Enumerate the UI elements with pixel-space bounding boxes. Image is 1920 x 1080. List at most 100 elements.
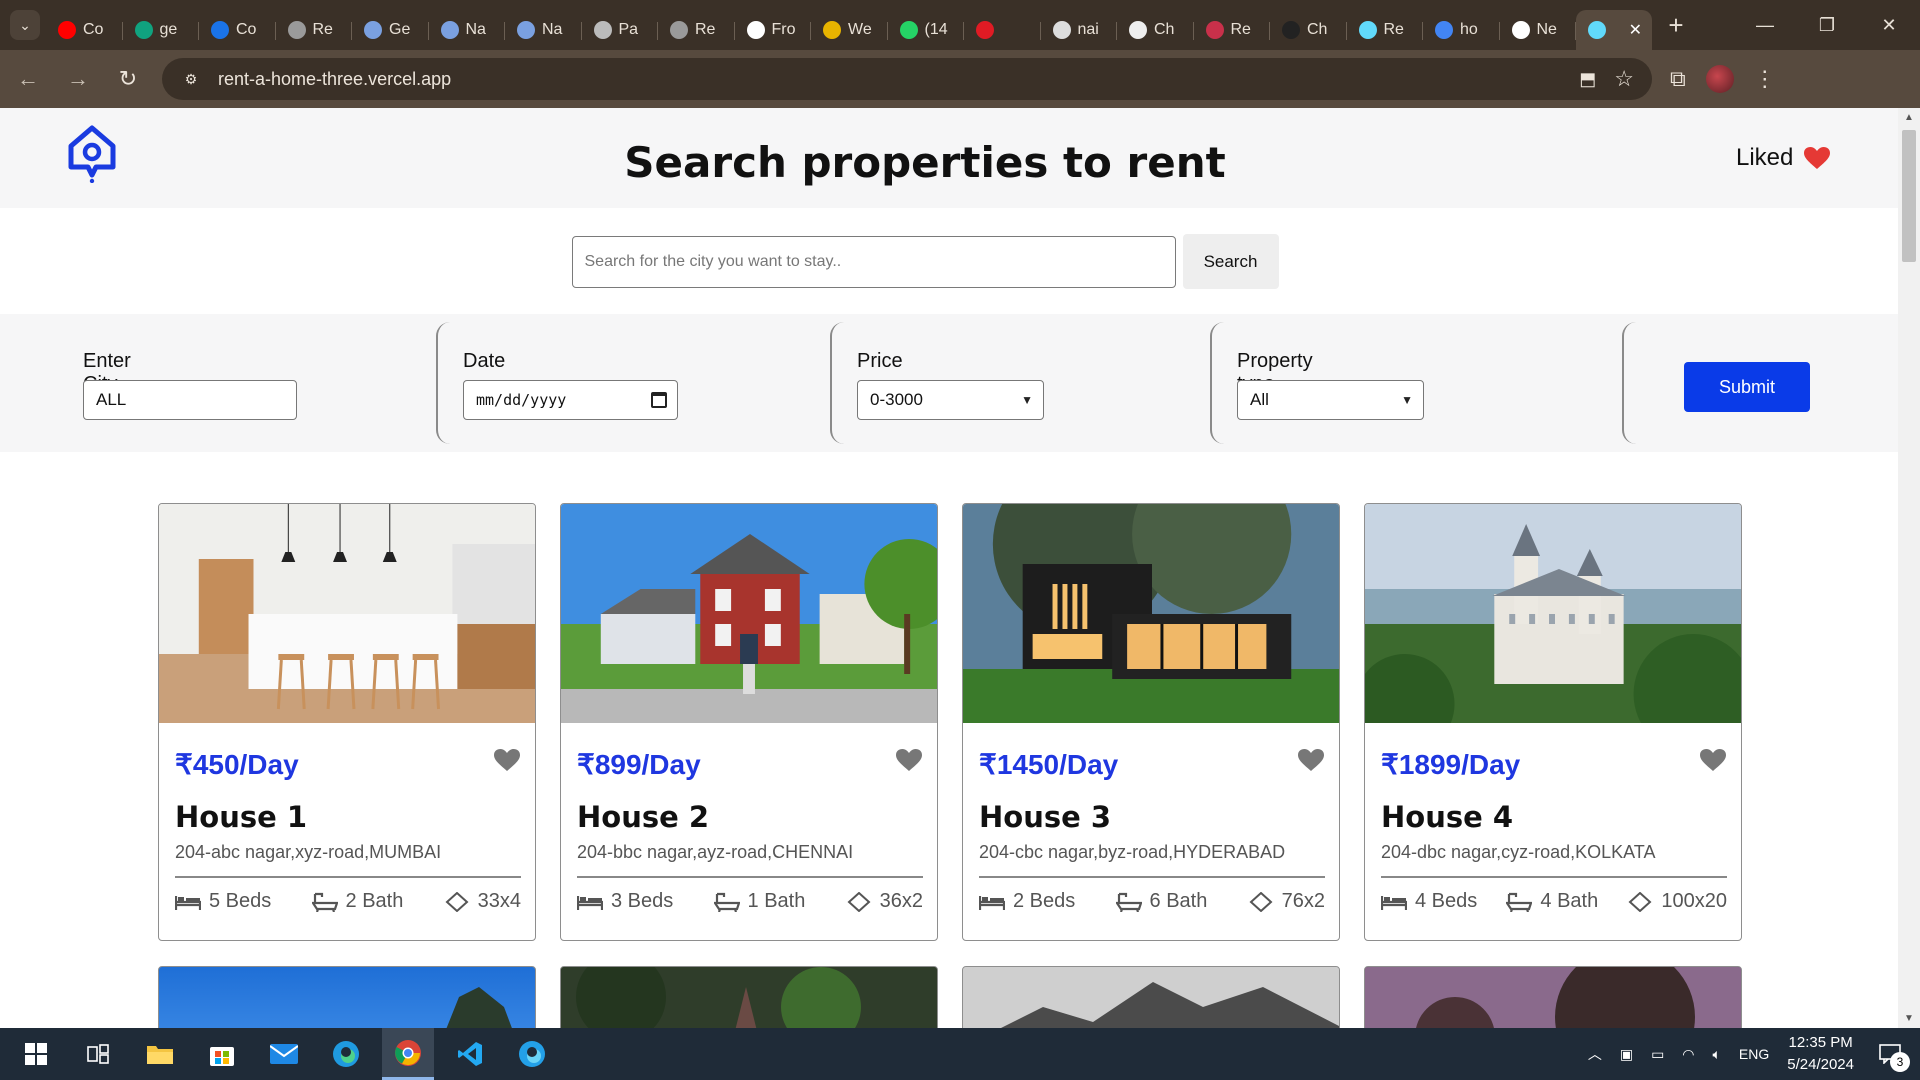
date-field[interactable]: mm/dd/yyyy: [463, 380, 678, 420]
property-card[interactable]: ₹1899/Day House 4 204-dbc nagar,cyz-road,K…: [1364, 503, 1742, 941]
chevron-down-icon[interactable]: ▼: [1021, 393, 1033, 407]
date-field-value[interactable]: mm/dd/yyyy: [476, 391, 566, 409]
page-scrollbar[interactable]: ▲ ▼: [1898, 108, 1920, 1028]
edge-dev-icon[interactable]: [506, 1028, 558, 1080]
property-photo[interactable]: [963, 504, 1339, 723]
property-name[interactable]: House 2: [577, 800, 709, 834]
chrome-icon[interactable]: [382, 1028, 434, 1080]
clock-time[interactable]: 12:35 PM: [1787, 1032, 1854, 1054]
browser-tab[interactable]: ho: [1423, 10, 1500, 50]
volume-icon[interactable]: 🔈︎: [1713, 1046, 1721, 1063]
battery-icon[interactable]: ▭: [1651, 1046, 1664, 1063]
property-card-partial[interactable]: [560, 966, 938, 1028]
browser-tab[interactable]: Ge: [352, 10, 429, 50]
property-card-partial[interactable]: [962, 966, 1340, 1028]
restore-button[interactable]: ❐: [1796, 0, 1858, 50]
browser-tab[interactable]: Co: [199, 10, 276, 50]
browser-tab[interactable]: Re: [1194, 10, 1271, 50]
store-icon[interactable]: [196, 1028, 248, 1080]
bookmark-star-icon[interactable]: ☆: [1614, 66, 1634, 92]
site-info-icon[interactable]: ⚙: [178, 66, 204, 92]
price-select-value[interactable]: 0-3000: [870, 390, 923, 410]
property-card[interactable]: ₹1450/Day House 3 204-cbc nagar,byz-road,H…: [962, 503, 1340, 941]
like-heart-icon[interactable]: [1699, 748, 1727, 772]
browser-tab[interactable]: Ch: [1117, 10, 1194, 50]
search-button[interactable]: Search: [1182, 234, 1279, 289]
property-name[interactable]: House 4: [1381, 800, 1513, 834]
property-photo[interactable]: [159, 504, 535, 723]
beds-info: 4 Beds: [1381, 890, 1477, 913]
like-heart-icon[interactable]: [493, 748, 521, 772]
browser-tab[interactable]: Co: [46, 10, 123, 50]
reload-button[interactable]: ↻: [106, 57, 150, 101]
chevron-down-icon[interactable]: ▼: [1401, 393, 1413, 407]
address-bar[interactable]: ⚙ rent-a-home-three.vercel.app ⬒ ☆: [162, 58, 1652, 100]
browser-tab[interactable]: Ne: [1500, 10, 1577, 50]
language-indicator[interactable]: ENG: [1739, 1046, 1769, 1062]
browser-tab[interactable]: nai: [1041, 10, 1118, 50]
back-button[interactable]: ←: [6, 57, 50, 101]
minimize-button[interactable]: —: [1734, 0, 1796, 50]
like-heart-icon[interactable]: [895, 748, 923, 772]
property-type-value[interactable]: All: [1250, 390, 1269, 410]
notification-center-icon[interactable]: 3: [1872, 1036, 1910, 1072]
city-search-input[interactable]: [571, 236, 1176, 288]
scroll-down-icon[interactable]: ▼: [1904, 1013, 1914, 1024]
tab-search-button[interactable]: ⌄: [10, 10, 40, 40]
property-card-partial[interactable]: [158, 966, 536, 1028]
edge-icon[interactable]: [320, 1028, 372, 1080]
property-name[interactable]: House 3: [979, 800, 1111, 834]
extensions-icon[interactable]: ⧉: [1670, 66, 1686, 92]
browser-tab[interactable]: ge: [123, 10, 200, 50]
browser-tab[interactable]: Re: [276, 10, 353, 50]
property-photo[interactable]: [1365, 504, 1741, 754]
browser-tab[interactable]: Ch: [1270, 10, 1347, 50]
city-field-value[interactable]: ALL: [96, 390, 126, 410]
property-card-partial[interactable]: [1364, 966, 1742, 1028]
submit-button[interactable]: Submit: [1684, 362, 1810, 412]
close-window-button[interactable]: ✕: [1858, 0, 1920, 50]
install-app-icon[interactable]: ⬒: [1579, 69, 1596, 90]
clock[interactable]: 12:35 PM 5/24/2024: [1787, 1032, 1854, 1076]
chevron-up-icon[interactable]: ︿: [1588, 1044, 1602, 1064]
url-text[interactable]: rent-a-home-three.vercel.app: [218, 69, 451, 90]
security-icon[interactable]: ▣: [1620, 1046, 1633, 1063]
property-photo[interactable]: [561, 504, 937, 723]
like-heart-icon[interactable]: [1297, 748, 1325, 772]
liked-label[interactable]: Liked: [1736, 144, 1793, 172]
task-view-icon[interactable]: [72, 1028, 124, 1080]
wifi-icon[interactable]: ◠: [1682, 1046, 1694, 1063]
vscode-icon[interactable]: [444, 1028, 496, 1080]
calendar-icon[interactable]: [651, 392, 667, 408]
area-icon: [847, 891, 871, 912]
browser-tab[interactable]: (14: [888, 10, 965, 50]
mail-icon[interactable]: [258, 1028, 310, 1080]
forward-button[interactable]: →: [56, 57, 100, 101]
clock-date[interactable]: 5/24/2024: [1787, 1054, 1854, 1076]
property-card[interactable]: ₹899/Day House 2 204-bbc nagar,ayz-road,CH…: [560, 503, 938, 941]
browser-tab[interactable]: [964, 10, 1041, 50]
new-tab-button[interactable]: +: [1656, 5, 1696, 45]
profile-avatar[interactable]: [1705, 65, 1734, 93]
browser-tab[interactable]: Fro: [735, 10, 812, 50]
price-select[interactable]: 0-3000 ▼: [857, 380, 1044, 420]
city-field[interactable]: ALL: [83, 380, 297, 420]
browser-tab-active[interactable]: ✕: [1576, 10, 1652, 50]
scroll-up-icon[interactable]: ▲: [1904, 112, 1914, 123]
file-explorer-icon[interactable]: [134, 1028, 186, 1080]
browser-menu-icon[interactable]: ⋮: [1754, 66, 1776, 92]
property-card[interactable]: ₹450/Day House 1 204-abc nagar,xyz-road,MU…: [158, 503, 536, 941]
liked-link[interactable]: Liked: [1736, 144, 1831, 172]
property-type-select[interactable]: All ▼: [1237, 380, 1424, 420]
browser-tab[interactable]: Re: [658, 10, 735, 50]
browser-tab[interactable]: We: [811, 10, 888, 50]
start-icon[interactable]: [10, 1028, 62, 1080]
scroll-thumb[interactable]: [1902, 130, 1916, 262]
property-name[interactable]: House 1: [175, 800, 307, 834]
browser-tab[interactable]: Re: [1347, 10, 1424, 50]
close-tab-icon[interactable]: ✕: [1629, 20, 1642, 40]
browser-tab[interactable]: Na: [505, 10, 582, 50]
browser-tab[interactable]: Na: [429, 10, 506, 50]
browser-tab[interactable]: Pa: [582, 10, 659, 50]
heart-icon[interactable]: [1803, 146, 1831, 170]
